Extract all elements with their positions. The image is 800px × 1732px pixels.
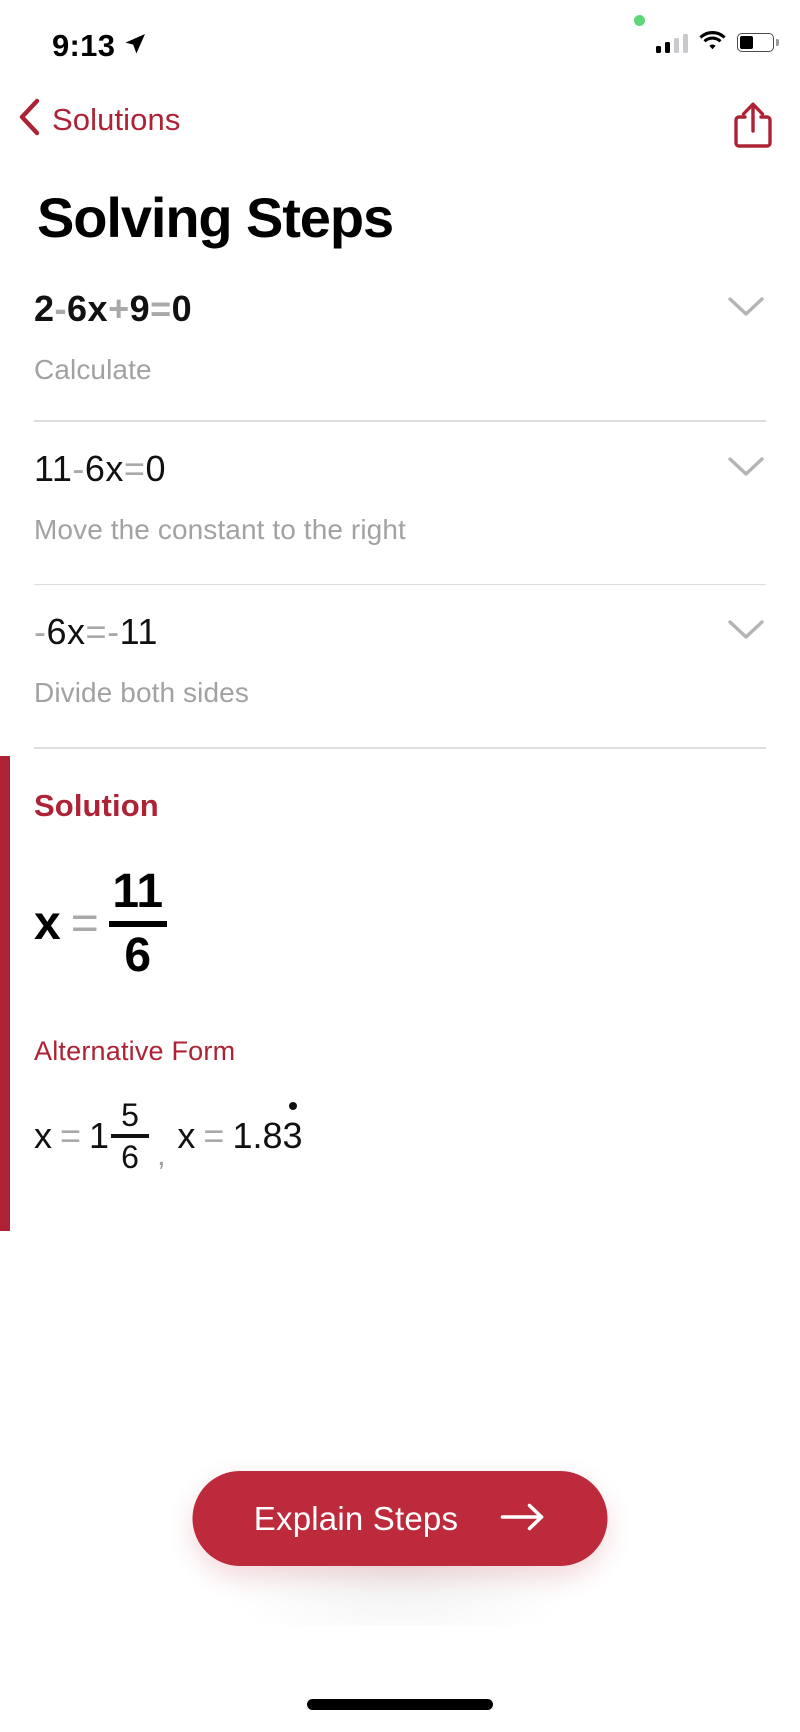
solution-accent-bar — [0, 756, 10, 1231]
page-title: Solving Steps — [37, 186, 394, 249]
step-equation: 2-6x+9=0 — [34, 288, 193, 329]
cellular-bars-icon — [655, 33, 688, 53]
home-indicator — [307, 1699, 493, 1710]
step-item[interactable]: -6x=-11 Divide both sides — [0, 585, 800, 713]
alternative-form-heading: Alternative Form — [34, 1036, 236, 1066]
solution-section: Solution x = 11 6 Alternative Form x = 1… — [0, 756, 800, 1231]
back-button-label: Solutions — [52, 101, 181, 137]
alt-variable-1: x — [34, 1115, 52, 1156]
alt-fraction-numerator: 5 — [121, 1097, 139, 1133]
wifi-icon — [699, 30, 726, 55]
solution-equals: = — [70, 897, 99, 950]
solving-steps-list: 2-6x+9=0 Calculate 11-6x=0 Move the cons… — [0, 288, 800, 749]
repeating-dot-icon — [288, 1102, 297, 1110]
step-item[interactable]: 2-6x+9=0 Calculate — [0, 288, 800, 386]
alt-decimal-prefix: 1.8 — [232, 1115, 283, 1156]
step-item[interactable]: 11-6x=0 Move the constant to the right — [0, 422, 800, 550]
location-arrow-icon — [122, 31, 148, 62]
alt-whole-1: 1 — [89, 1115, 110, 1156]
alt-equals-1: = — [60, 1115, 82, 1156]
app-screen: 9:13 Solutions Solving Steps 2-6x+9=0 Ca… — [0, 0, 800, 1732]
share-button[interactable] — [731, 100, 775, 155]
step-equation: 11-6x=0 — [34, 447, 166, 489]
solution-equation: x = 11 6 — [34, 868, 766, 980]
solution-fraction: 11 6 — [108, 865, 167, 982]
chevron-left-icon — [18, 98, 40, 141]
alt-variable-2: x — [177, 1115, 196, 1156]
alt-equals-2: = — [203, 1115, 225, 1156]
fraction-numerator: 11 — [112, 865, 164, 918]
arrow-right-icon — [500, 1502, 546, 1535]
step-description: Divide both sides — [34, 677, 249, 708]
share-icon — [731, 102, 775, 154]
chevron-down-icon[interactable] — [726, 617, 766, 648]
status-bar-icons — [655, 30, 779, 55]
status-bar-time: 9:13 — [52, 28, 116, 63]
step-description: Move the constant to the right — [34, 513, 406, 545]
alt-separator: , — [157, 1139, 166, 1172]
step-equation: -6x=-11 — [34, 611, 158, 652]
chevron-down-icon[interactable] — [726, 294, 766, 325]
explain-steps-label: Explain Steps — [253, 1499, 459, 1537]
back-button[interactable]: Solutions — [18, 98, 180, 141]
alt-fraction-denominator: 6 — [121, 1139, 139, 1175]
solution-variable: x — [34, 897, 61, 950]
fraction-denominator: 6 — [124, 929, 152, 982]
alternative-form-expression: x = 1 5 6 , x = 1.8 3 — [34, 1099, 766, 1173]
green-dot-icon — [634, 15, 645, 26]
status-bar: 9:13 — [0, 0, 800, 86]
alt-decimal-repeating-digit: 3 — [282, 1102, 303, 1154]
battery-icon — [737, 33, 779, 52]
alt-fraction-1: 5 6 — [111, 1097, 150, 1175]
step-description: Calculate — [34, 354, 152, 385]
nav-bar: Solutions — [0, 92, 800, 164]
explain-steps-button[interactable]: Explain Steps — [192, 1471, 608, 1566]
divider — [34, 747, 766, 749]
chevron-down-icon[interactable] — [726, 454, 766, 485]
solution-heading: Solution — [34, 788, 159, 823]
